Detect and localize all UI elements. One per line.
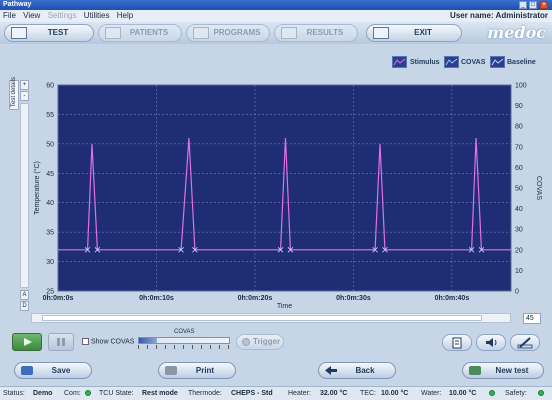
heater-value: 32.00 °C: [320, 390, 348, 397]
y2-tick-label: 0: [515, 289, 519, 296]
checkbox-box[interactable]: [82, 338, 89, 345]
pause-button[interactable]: [48, 333, 74, 351]
y2-tick-label: 100: [515, 83, 527, 90]
y-tick-label: 45: [46, 171, 54, 178]
heater-label: Heater:: [288, 390, 311, 397]
y-tick-label: 50: [46, 141, 54, 148]
x-tick-label: 0h:0m:10s: [139, 295, 174, 302]
thermode-value: CHEPS - Std: [231, 390, 273, 397]
thermode-label: Thermode:: [188, 390, 222, 397]
print-button[interactable]: Print: [158, 362, 236, 379]
annotate-button[interactable]: [510, 334, 540, 351]
back-arrow-icon: [325, 366, 337, 375]
y-tick-label: 60: [46, 83, 54, 90]
water-label: Water:: [421, 390, 442, 397]
new-test-icon: [469, 366, 481, 375]
pencil-icon: [517, 337, 533, 349]
trigger-indicator-icon: [242, 338, 250, 346]
action-bar: Save Print Back New test: [0, 359, 552, 386]
y2-tick-label: 40: [515, 206, 523, 213]
print-label: Print: [195, 366, 215, 375]
com-label: Com:: [64, 390, 81, 397]
back-button[interactable]: Back: [318, 362, 396, 379]
speaker-icon: [486, 338, 497, 347]
tec-value: 10.00 °C: [381, 390, 409, 397]
y2-tick-label: 50: [515, 186, 523, 193]
x-tick-label: 0h:0m:30s: [336, 295, 371, 302]
y-tick-label: 30: [46, 259, 54, 266]
save-icon: [21, 366, 33, 375]
y-tick-label: 55: [46, 112, 54, 119]
y-tick-label: 35: [46, 230, 54, 237]
status-label: Status:: [3, 390, 25, 397]
save-button[interactable]: Save: [14, 362, 92, 379]
control-bar: Show COVAS COVAS Trigger: [0, 329, 552, 359]
report-button[interactable]: [442, 334, 472, 351]
pause-icon: [57, 338, 65, 346]
zoom-value-field[interactable]: 45: [523, 313, 541, 324]
back-label: Back: [355, 366, 375, 375]
y2-tick-label: 10: [515, 268, 523, 275]
x-axis-label: Time: [277, 303, 292, 310]
document-icon: [452, 337, 462, 349]
y2-axis-label: COVAS: [535, 176, 542, 200]
water-status-led-icon: [489, 390, 495, 397]
y2-tick-label: 70: [515, 144, 523, 151]
water-value: 10.00 °C: [449, 390, 477, 397]
safety-status-led-icon: [538, 390, 544, 397]
trigger-label: Trigger: [253, 337, 281, 346]
covas-bar-label: COVAS: [174, 329, 195, 335]
safety-label: Safety:: [505, 390, 527, 397]
show-covas-label: Show COVAS: [91, 338, 135, 346]
y2-tick-label: 90: [515, 103, 523, 110]
x-tick-label: 0h:0m:20s: [238, 295, 273, 302]
y2-tick-label: 20: [515, 247, 523, 254]
y2-tick-label: 60: [515, 165, 523, 172]
trigger-button[interactable]: Trigger: [236, 334, 284, 350]
y-axis-label: Temperature (°C): [33, 161, 41, 215]
show-covas-checkbox[interactable]: Show COVAS: [82, 338, 134, 345]
play-button[interactable]: [12, 333, 42, 351]
status-value: Demo: [33, 390, 53, 397]
y-tick-label: 40: [46, 200, 54, 207]
status-bar: Status: Demo Com: TCU State: Rest mode T…: [0, 386, 552, 400]
com-status-led-icon: [85, 390, 91, 397]
printer-icon: [165, 366, 177, 375]
y2-tick-label: 80: [515, 124, 523, 131]
covas-scale-ticks: [138, 345, 230, 349]
save-label: Save: [51, 366, 71, 375]
tcu-value: Rest mode: [142, 390, 178, 397]
tcu-label: TCU State:: [99, 390, 134, 397]
tec-label: TEC:: [360, 390, 376, 397]
new-test-button[interactable]: New test: [462, 362, 544, 379]
play-icon: [24, 338, 32, 346]
x-tick-label: 0h:0m:40s: [435, 295, 470, 302]
plot-area: [57, 84, 512, 292]
sound-button[interactable]: [476, 334, 506, 351]
temperature-chart: 253035404550556001020304050607080901000h…: [33, 83, 542, 311]
covas-level-bar: [138, 337, 230, 344]
x-tick-label: 0h:0m:0s: [43, 295, 74, 302]
new-test-label: New test: [495, 366, 529, 375]
scroll-thumb[interactable]: [42, 315, 482, 321]
y2-tick-label: 30: [515, 227, 523, 234]
horizontal-scrollbar[interactable]: [31, 313, 511, 323]
